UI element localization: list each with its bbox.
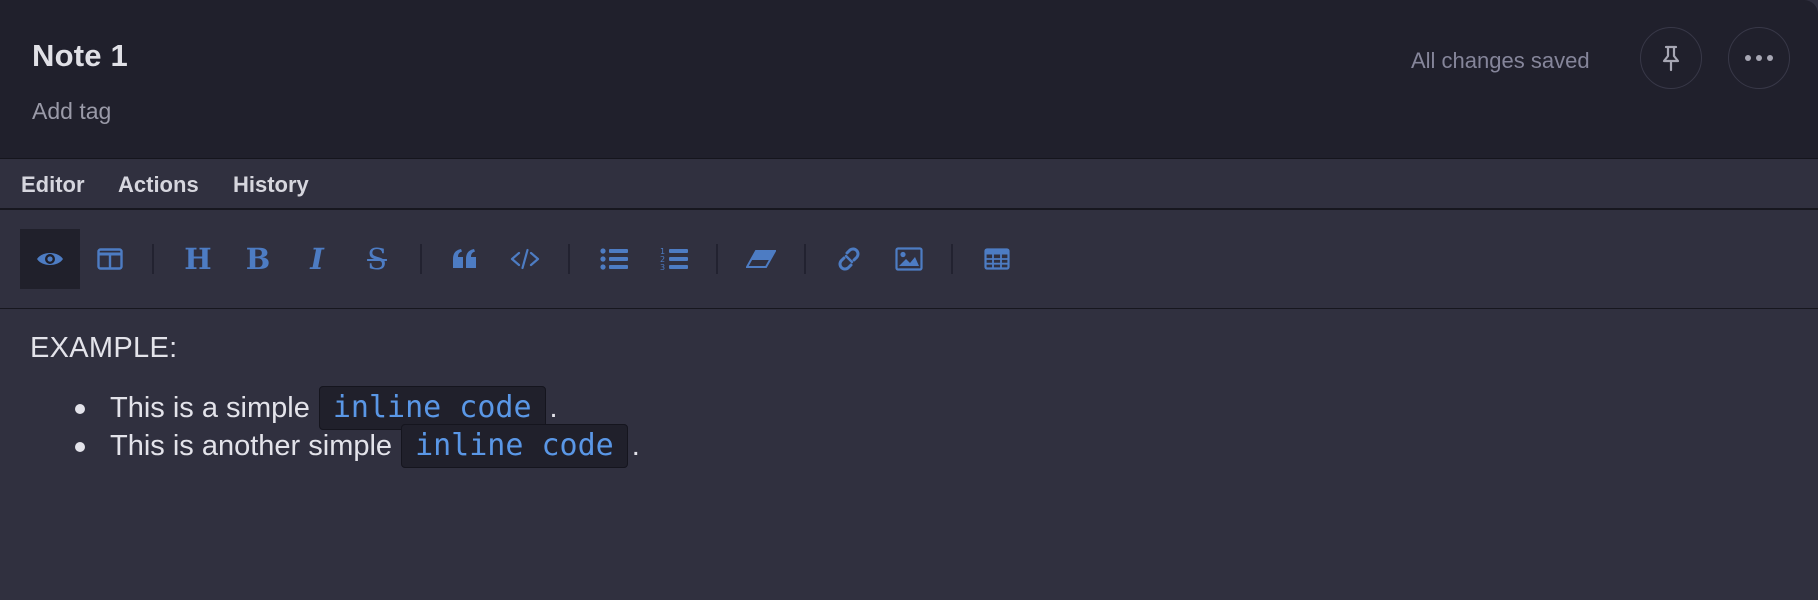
preview-button[interactable] bbox=[20, 229, 80, 289]
table-button[interactable] bbox=[967, 229, 1027, 289]
ordered-list-icon: 1 2 3 bbox=[660, 247, 688, 271]
bullet-dot bbox=[75, 442, 85, 452]
more-horizontal-icon bbox=[1744, 54, 1774, 62]
toolbar-separator bbox=[420, 244, 422, 274]
eraser-icon bbox=[746, 249, 776, 269]
list-item-text: This is a simple bbox=[110, 391, 310, 424]
toolbar-separator bbox=[152, 244, 154, 274]
save-status: All changes saved bbox=[1411, 48, 1590, 73]
toolbar-separator bbox=[568, 244, 570, 274]
tab-actions[interactable]: Actions bbox=[118, 172, 199, 198]
bold-button[interactable]: B bbox=[228, 229, 288, 289]
note-title[interactable]: Note 1 bbox=[32, 38, 128, 74]
code-button[interactable] bbox=[495, 229, 555, 289]
pin-button[interactable] bbox=[1640, 27, 1702, 89]
side-by-side-button[interactable] bbox=[80, 229, 140, 289]
inline-code: inline code bbox=[401, 424, 628, 468]
toolbar-separator bbox=[716, 244, 718, 274]
quote-button[interactable] bbox=[435, 229, 495, 289]
italic-button[interactable]: I bbox=[287, 229, 347, 289]
strikethrough-button[interactable]: S bbox=[347, 229, 407, 289]
list-item-punct: . bbox=[631, 429, 640, 462]
tab-editor[interactable]: Editor bbox=[21, 172, 85, 198]
image-icon bbox=[895, 247, 923, 271]
side-by-side-icon bbox=[97, 248, 123, 270]
note-editor-window: Note 1 Add tag All changes saved Editor … bbox=[0, 0, 1818, 600]
heading-button[interactable]: H bbox=[168, 229, 228, 289]
note-header: Note 1 Add tag All changes saved bbox=[0, 0, 1818, 159]
unordered-list-button[interactable] bbox=[584, 229, 644, 289]
link-icon bbox=[835, 245, 863, 273]
tab-history[interactable]: History bbox=[233, 172, 309, 198]
list-item-punct: . bbox=[549, 391, 558, 424]
svg-text:3: 3 bbox=[660, 263, 665, 271]
pin-icon bbox=[1658, 44, 1684, 72]
content-heading: EXAMPLE: bbox=[30, 332, 178, 364]
code-icon bbox=[510, 248, 540, 270]
more-options-button[interactable] bbox=[1728, 27, 1790, 89]
toolbar-separator bbox=[804, 244, 806, 274]
strikethrough-icon: S bbox=[367, 241, 387, 276]
toolbar-separator bbox=[951, 244, 953, 274]
bold-icon: B bbox=[245, 241, 271, 276]
ordered-list-button[interactable]: 1 2 3 bbox=[644, 229, 704, 289]
editor-tabbar: Editor Actions History bbox=[0, 159, 1818, 210]
unordered-list-icon bbox=[600, 248, 628, 270]
bullet-dot bbox=[75, 404, 85, 414]
table-icon bbox=[984, 248, 1010, 270]
list-item-text: This is another simple bbox=[110, 429, 393, 462]
heading-icon: H bbox=[184, 241, 212, 276]
add-tag-input[interactable]: Add tag bbox=[32, 98, 111, 125]
clean-formatting-button[interactable] bbox=[731, 229, 791, 289]
image-button[interactable] bbox=[879, 229, 939, 289]
eye-icon bbox=[36, 250, 64, 268]
quote-icon bbox=[452, 248, 478, 270]
editor-content[interactable]: EXAMPLE: This is a simple inline code . … bbox=[0, 309, 1818, 600]
markdown-toolbar: H B I S 1 2 3 bbox=[0, 210, 1818, 309]
link-button[interactable] bbox=[819, 229, 879, 289]
italic-icon: I bbox=[310, 241, 324, 276]
